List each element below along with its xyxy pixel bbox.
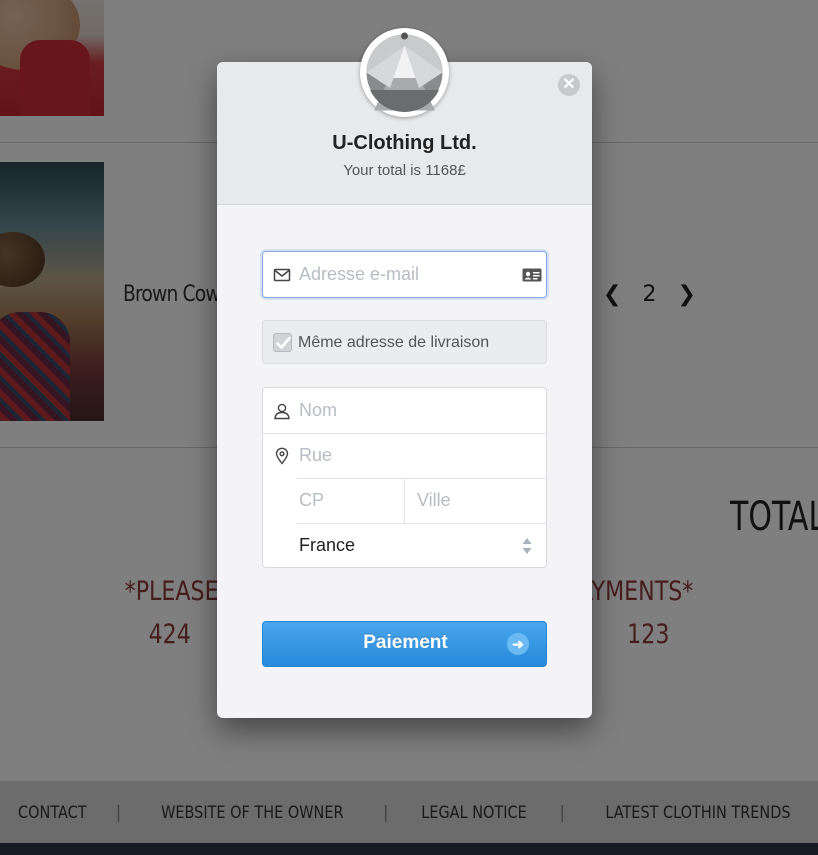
field-divider: [404, 478, 405, 523]
country-value[interactable]: France: [299, 523, 355, 568]
checkbox[interactable]: [273, 333, 292, 352]
same-shipping-checkbox[interactable]: Même adresse de livraison: [262, 320, 547, 364]
arrow-right-icon: ➜: [507, 633, 529, 655]
street-field: [263, 433, 546, 478]
checkbox-label: Même adresse de livraison: [298, 334, 490, 351]
location-pin-icon: [275, 447, 289, 465]
city-input[interactable]: [417, 478, 537, 523]
select-arrows-icon: [522, 538, 532, 554]
order-total: Your total is 1168£: [343, 162, 466, 179]
checkout-modal: ✕ U-Clothing Ltd. Your total is 1168£ Ad…: [217, 28, 592, 718]
street-input[interactable]: [299, 433, 539, 478]
id-card-icon[interactable]: [522, 268, 542, 282]
user-icon: [274, 403, 290, 419]
merchant-name: U-Clothing Ltd.: [332, 132, 477, 154]
pay-button[interactable]: Paiement ➜: [262, 621, 547, 667]
mail-icon: [273, 268, 291, 281]
name-field: [263, 388, 546, 433]
name-input[interactable]: [299, 388, 539, 433]
close-icon[interactable]: ✕: [558, 74, 580, 96]
pay-button-label: Paiement: [363, 632, 448, 653]
merchant-logo: [360, 28, 449, 117]
checkmark-icon: [276, 336, 291, 349]
email-input[interactable]: [299, 252, 509, 297]
country-select[interactable]: France: [263, 523, 546, 568]
postal-code-input[interactable]: [299, 478, 399, 523]
email-field: [262, 251, 547, 298]
address-form: France: [262, 387, 547, 568]
